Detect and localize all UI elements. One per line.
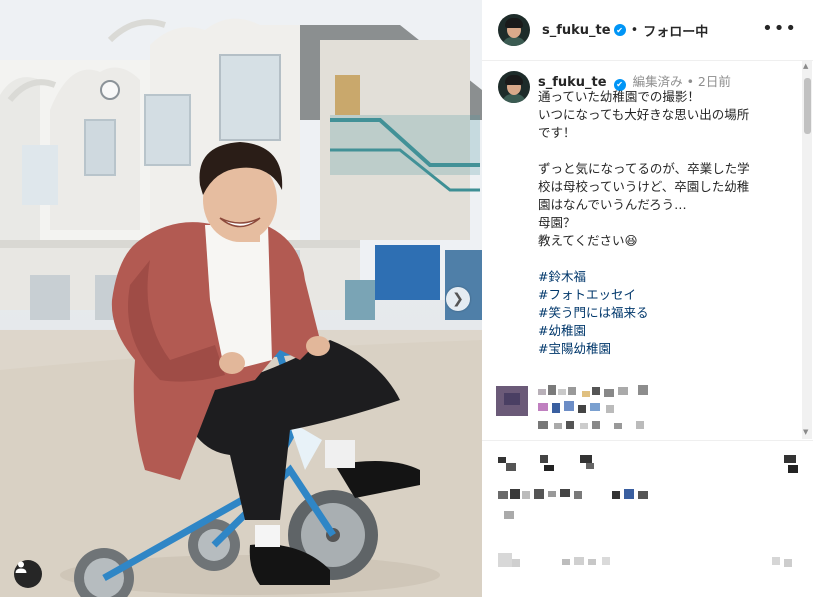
next-photo-button[interactable]: ❯ — [446, 287, 470, 311]
caption-line: です！ — [538, 125, 576, 140]
tagged-users-button[interactable] — [14, 560, 42, 588]
mosaic-image — [496, 385, 648, 429]
post-side-panel: s_fuku_te ✔ • フォロー中 ••• s_fuku_te ✔ 編集済み… — [482, 0, 813, 597]
avatar[interactable] — [498, 71, 530, 103]
caption-line: ずっと気になってるのが、卒業した学 — [538, 161, 750, 176]
mosaic-actions-image — [498, 455, 798, 567]
scroll-down-icon[interactable]: ▼ — [803, 428, 808, 436]
caption-line: 母園？ — [538, 215, 576, 230]
hashtag-link[interactable]: #幼稚園 — [538, 322, 788, 340]
post-header: s_fuku_te ✔ • フォロー中 ••• — [482, 0, 813, 61]
caption-line: 通っていた幼稚園での撮影！ — [538, 89, 700, 104]
pixelated-comment — [496, 381, 666, 436]
hashtag-link[interactable]: #フォトエッセイ — [538, 286, 788, 304]
avatar[interactable] — [498, 14, 530, 46]
caption-text: 通っていた幼稚園での撮影！ いつになっても大好きな思い出の場所 です！ ずっと気… — [538, 88, 788, 358]
post-actions-area — [482, 440, 813, 598]
photo-illustration — [0, 0, 482, 597]
scroll-up-icon[interactable]: ▲ — [803, 62, 808, 70]
chevron-right-icon: ❯ — [452, 291, 464, 307]
comments-scroll-area[interactable]: s_fuku_te ✔ 編集済み • 2日前 通っていた幼稚園での撮影！ いつに… — [482, 61, 813, 439]
separator-dot: • — [686, 74, 698, 89]
caption-line: いつになっても大好きな思い出の場所 — [538, 107, 750, 122]
caption-line: 校は母校っていうけど、卒園した幼稚 — [538, 179, 750, 194]
edited-label: 編集済み — [632, 74, 683, 89]
post-time[interactable]: 2日前 — [698, 74, 731, 89]
hashtag-link[interactable]: #鈴木福 — [538, 268, 788, 286]
username-link[interactable]: s_fuku_te — [542, 23, 611, 38]
more-options-icon[interactable]: ••• — [762, 18, 797, 39]
separator-dot: • — [630, 22, 639, 38]
hashtag-link[interactable]: #笑う門には福来る — [538, 304, 788, 322]
caption-line: 教えてください😆 — [538, 233, 638, 248]
caption-line: 園はなんでいうんだろう… — [538, 197, 687, 212]
scrollbar-thumb[interactable] — [804, 78, 811, 134]
verified-badge-icon: ✔ — [613, 24, 626, 36]
post-photo[interactable]: ❯ — [0, 0, 482, 597]
hashtag-link[interactable]: #宝陽幼稚園 — [538, 340, 788, 358]
user-icon — [15, 561, 27, 573]
following-button[interactable]: フォロー中 — [643, 21, 708, 40]
